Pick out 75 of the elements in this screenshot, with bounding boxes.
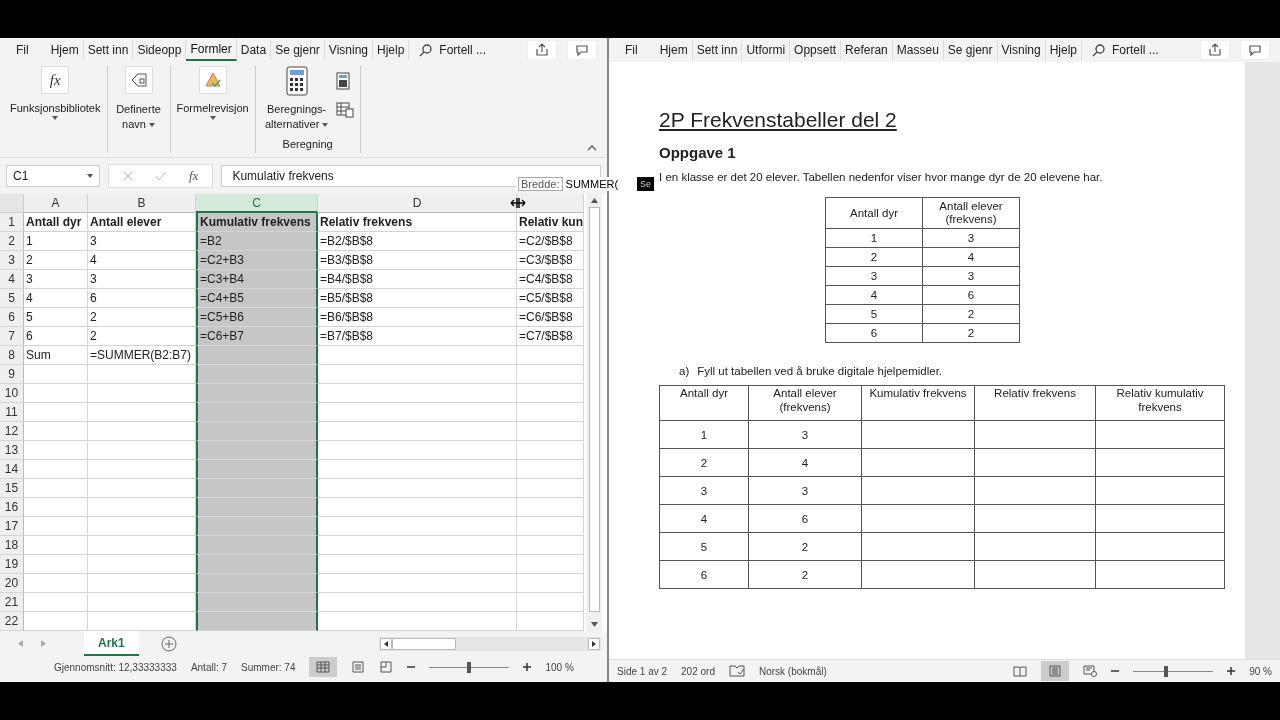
table-cell: =C4/$B$8 (517, 270, 584, 289)
table-cell: 3 (922, 228, 1020, 248)
status-text: Gjennomsnitt: 12,33333333 (54, 661, 177, 673)
table-cell: 1 (24, 232, 88, 251)
table-header: Antall dyr (659, 385, 749, 421)
task-text: Fyll ut tabellen ved å bruke digitale hjelpemidler. (697, 365, 943, 377)
table-cell: Antall dyr (24, 213, 88, 232)
table-cell: =C7/$B$8 (517, 327, 584, 346)
table-cell: 2 (748, 560, 862, 589)
table-cell: 3 (825, 266, 923, 286)
table-cell: =B7/$B$8 (318, 327, 517, 346)
table-cell: 1 (825, 228, 923, 248)
table-cell: =B6/$B$8 (318, 308, 517, 327)
table-cell: Sum (24, 346, 88, 365)
table-cell: 2 (922, 304, 1020, 324)
table-cell: =C6/$B$8 (517, 308, 584, 327)
group-label: Beregning (282, 138, 333, 150)
table-cell: =C5/$B$8 (517, 289, 584, 308)
table-cell: =C5+B6 (196, 308, 318, 327)
table-cell: 3 (748, 476, 862, 505)
table-cell: Kumulativ frekvens (196, 213, 318, 232)
status-text: Norsk (bokmål) (758, 665, 827, 677)
tooltip: Bredde: SUMMER( (516, 177, 621, 191)
table-cell: 5 (24, 308, 88, 327)
table-cell: Relativ kun (517, 213, 584, 232)
table-cell: =B2 (196, 232, 318, 251)
status-text: Summer: 74 (241, 661, 296, 673)
table-header: Antall elever (frekvens) (748, 385, 862, 421)
table-header: Antall dyr (825, 197, 923, 229)
table-cell: 4 (825, 285, 923, 305)
paragraph: I en klasse er det 20 elever. Tabellen nedenfor viser hvor mange dyr de 20 elevene har. (659, 171, 1103, 183)
status-text: Antall: 7 (190, 661, 227, 673)
table-header: Kumulativ frekvens (861, 385, 975, 421)
table-cell: =B4/$B$8 (318, 270, 517, 289)
table-cell: 6 (922, 285, 1020, 305)
table-cell: =B3/$B$8 (318, 251, 517, 270)
status-text: Side 1 av 2 (617, 665, 668, 677)
table-cell: 3 (922, 266, 1020, 286)
table-cell: =C6+B7 (196, 327, 318, 346)
table-cell: =B5/$B$8 (318, 289, 517, 308)
table-cell: 3 (748, 420, 862, 449)
function-icon: fx (49, 71, 61, 89)
status-text: 202 ord (681, 665, 715, 677)
table-cell: 3 (24, 270, 88, 289)
list-marker: a) (679, 365, 690, 377)
table-cell: 6 (748, 504, 862, 533)
table-header: Relativ kumulativ frekvens (1095, 385, 1225, 421)
table-header: Antall elever (frekvens) (922, 197, 1020, 229)
table-cell: Relativ frekvens (318, 213, 517, 232)
table-header: Relativ frekvens (974, 385, 1096, 421)
table-cell: 5 (825, 304, 923, 324)
table-cell: 2 (748, 532, 862, 561)
table-cell: 4 (922, 247, 1020, 267)
table-cell: =C4+B5 (196, 289, 318, 308)
table-cell: 6 (24, 327, 88, 346)
table-cell: =B2/$B$8 (318, 232, 517, 251)
table-cell: 4 (24, 289, 88, 308)
table-cell: =C2+B3 (196, 251, 318, 270)
document-title: 2P Frekvenstabeller del 2 (659, 108, 897, 132)
table-cell: 4 (659, 504, 749, 533)
table-cell: 6 (825, 323, 923, 343)
table-cell: 2 (659, 448, 749, 477)
table-cell: 4 (748, 448, 862, 477)
table-cell: 1 (659, 420, 749, 449)
table-cell: 2 (24, 251, 88, 270)
table-cell: 2 (825, 247, 923, 267)
table-cell: 5 (659, 532, 749, 561)
table-cell: =C2/$B$8 (517, 232, 584, 251)
table-cell: 3 (659, 476, 749, 505)
badge: Se (637, 177, 654, 191)
table-cell: 6 (659, 560, 749, 589)
table-cell: =C3+B4 (196, 270, 318, 289)
table-cell: 2 (922, 323, 1020, 343)
section-heading: Oppgave 1 (659, 144, 736, 161)
table-cell: =C3/$B$8 (517, 251, 584, 270)
